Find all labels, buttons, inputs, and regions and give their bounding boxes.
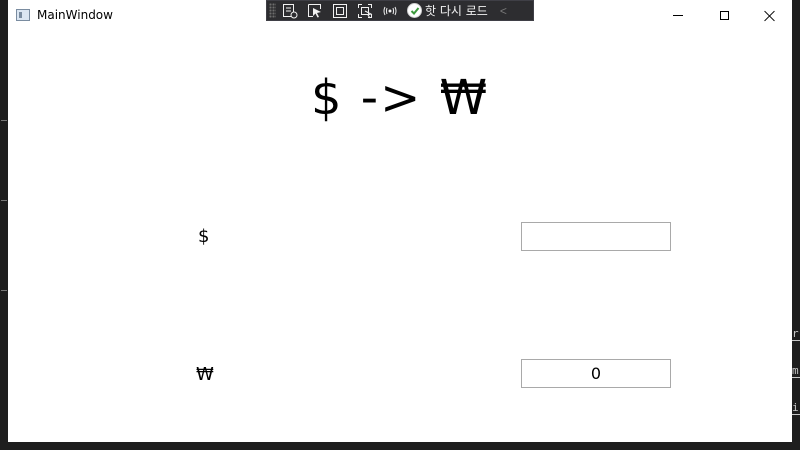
close-icon	[764, 10, 776, 22]
maximize-button[interactable]	[701, 0, 747, 31]
accessibility-check-icon	[383, 6, 397, 15]
hot-reload-status-check-icon	[407, 3, 422, 18]
select-element-button[interactable]	[304, 2, 326, 19]
editor-text-fragment: i	[792, 401, 800, 415]
select-element-icon	[308, 3, 321, 17]
display-layout-adorners-button[interactable]	[329, 2, 351, 19]
editor-text-fragment: m	[792, 364, 800, 378]
hot-reload-label: 핫 다시 로드	[425, 4, 488, 18]
hot-reload-button[interactable]: 핫 다시 로드	[407, 2, 488, 19]
minimize-button[interactable]	[655, 0, 701, 31]
krw-amount-output[interactable]	[521, 359, 671, 388]
app-window-icon	[16, 9, 30, 21]
minimize-icon	[673, 15, 683, 16]
track-focused-element-icon	[358, 3, 373, 18]
editor-line	[1, 120, 7, 121]
background-editor-bottom	[0, 442, 800, 450]
live-visual-tree-icon	[283, 3, 298, 18]
maximize-icon	[719, 11, 729, 20]
editor-text-fragment: r	[792, 327, 800, 341]
toolbar-grip-handle[interactable]	[269, 3, 276, 18]
krw-label: ₩	[196, 364, 214, 385]
page-title: $ -> ₩	[310, 70, 490, 126]
display-layout-adorners-icon	[333, 3, 347, 18]
usd-amount-input[interactable]	[521, 222, 671, 251]
collapse-toolbar-chevron-icon[interactable]: <	[500, 4, 507, 18]
track-focused-element-button[interactable]	[354, 2, 376, 19]
background-editor-left	[0, 0, 8, 450]
close-button[interactable]	[747, 0, 793, 31]
editor-line	[1, 200, 7, 201]
window-title: MainWindow	[37, 8, 113, 22]
background-editor-right: r m i	[792, 0, 800, 450]
usd-label: $	[198, 226, 210, 247]
xaml-debug-toolbar: 핫 다시 로드 <	[266, 0, 534, 21]
accessibility-check-button[interactable]	[379, 2, 401, 19]
editor-line	[1, 290, 7, 291]
main-window: MainWindow $ -> ₩ $ ₩	[8, 0, 792, 442]
live-visual-tree-button[interactable]	[279, 2, 301, 19]
